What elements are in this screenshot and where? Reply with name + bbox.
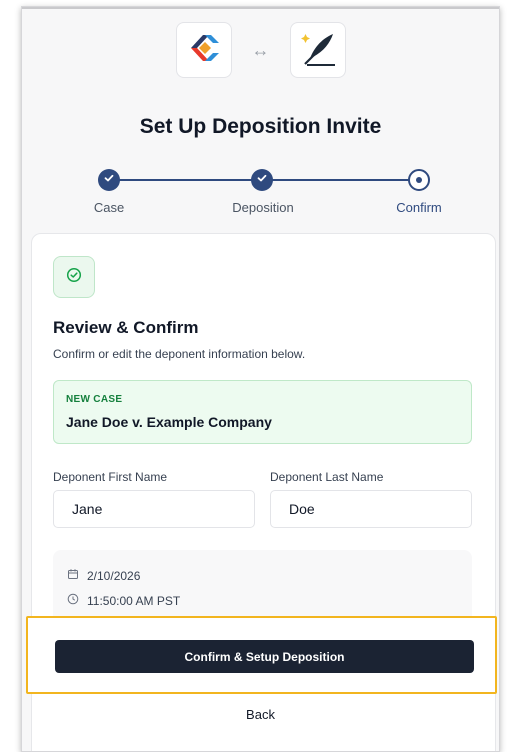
success-badge bbox=[53, 256, 95, 298]
time-row: 11:50:00 AM PST bbox=[67, 593, 180, 608]
first-name-label: Deponent First Name bbox=[53, 470, 168, 484]
stepper-connector-1 bbox=[109, 179, 263, 181]
dialog-window: ↔ Set Up Deposition Invite Case Depositi… bbox=[21, 6, 500, 752]
confirm-setup-button[interactable]: Confirm & Setup Deposition bbox=[55, 640, 474, 673]
deposition-date: 2/10/2026 bbox=[87, 568, 141, 583]
integration-logos: ↔ bbox=[22, 22, 499, 78]
page-title: Set Up Deposition Invite bbox=[139, 115, 382, 138]
quill-feather-logo-icon bbox=[297, 27, 339, 74]
step-deposition-indicator bbox=[251, 169, 273, 191]
stepper-connector-2 bbox=[263, 179, 418, 181]
step-case-label: Case bbox=[93, 200, 125, 215]
first-name-field[interactable]: Jane bbox=[53, 490, 255, 528]
last-name-field[interactable]: Doe bbox=[270, 490, 472, 528]
confirm-action-highlight: Confirm & Setup Deposition bbox=[26, 616, 497, 694]
review-heading: Review & Confirm bbox=[53, 318, 199, 337]
check-icon bbox=[103, 171, 115, 189]
step-case-indicator bbox=[98, 169, 120, 191]
case-name: Jane Doe v. Example Company bbox=[66, 414, 272, 430]
target-app-logo bbox=[289, 22, 346, 78]
clock-icon bbox=[67, 593, 79, 608]
check-icon bbox=[256, 171, 268, 189]
last-name-label: Deponent Last Name bbox=[270, 470, 384, 484]
back-button[interactable]: Back bbox=[22, 707, 499, 722]
step-confirm-label: Confirm bbox=[396, 200, 442, 215]
current-step-dot bbox=[416, 177, 422, 183]
date-row: 2/10/2026 bbox=[67, 568, 140, 583]
case-summary: NEW CASE Jane Doe v. Example Company bbox=[53, 380, 472, 444]
window-top-border bbox=[22, 7, 499, 9]
step-confirm-indicator bbox=[408, 169, 430, 191]
step-deposition-label: Deposition bbox=[232, 200, 294, 215]
review-subtitle: Confirm or edit the deponent information… bbox=[53, 347, 306, 361]
deposition-time: 11:50:00 AM PST bbox=[87, 593, 181, 608]
calendar-icon bbox=[67, 568, 79, 583]
source-app-logo bbox=[175, 22, 232, 78]
check-circle-icon bbox=[66, 267, 82, 288]
arrow-left-right-icon: ↔ bbox=[251, 39, 270, 60]
source-app-logo-icon bbox=[187, 33, 221, 68]
case-tag: NEW CASE bbox=[66, 394, 123, 405]
